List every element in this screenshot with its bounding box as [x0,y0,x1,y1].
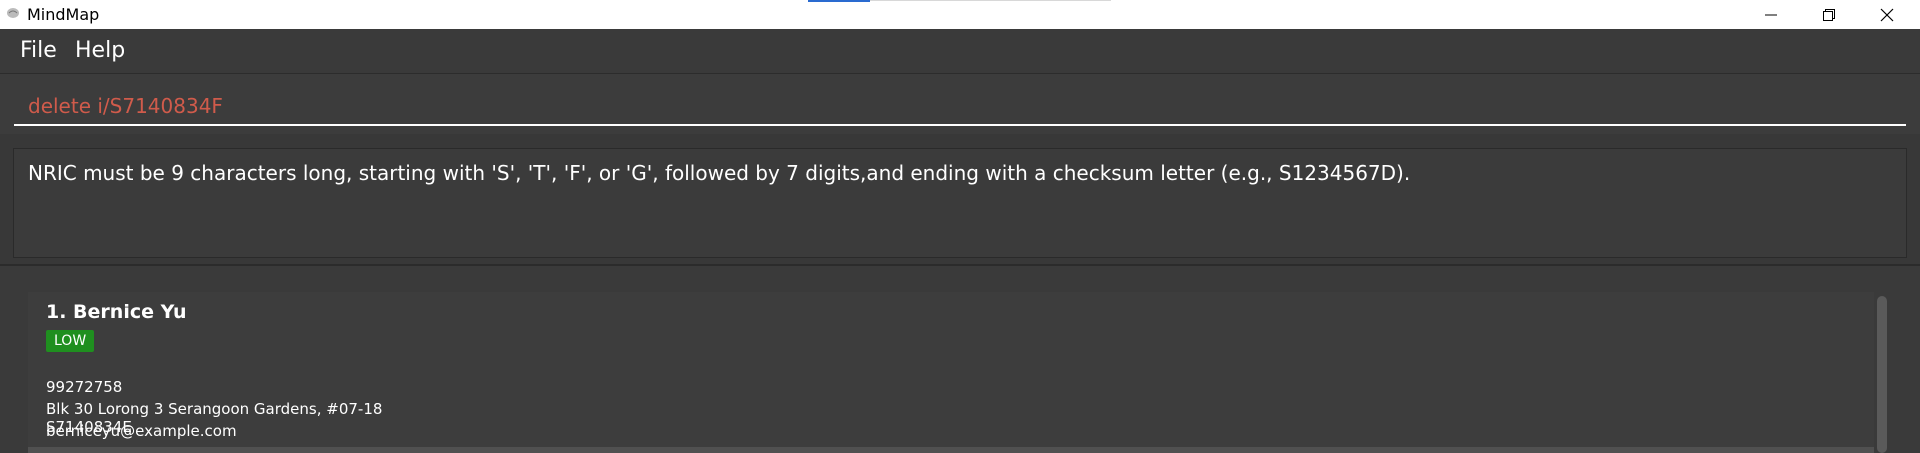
result-display-area: NRIC must be 9 characters long, starting… [0,134,1920,264]
menu-file[interactable]: File [20,38,57,63]
person-card[interactable]: 1. Bernice Yu LOW 99272758 Blk 30 Lorong… [28,292,1874,447]
list-item[interactable] [28,447,1874,453]
result-display: NRIC must be 9 characters long, starting… [13,148,1907,258]
menu-bar: File Help [0,29,1920,74]
minimize-icon [1765,14,1777,15]
person-phone: 99272758 [46,378,123,396]
command-box: delete i/S7140834F [0,74,1920,134]
window-title: MindMap [27,5,100,24]
close-icon [1880,8,1894,21]
title-accent [808,0,870,2]
app-icon [7,8,19,18]
list-scrollbar[interactable] [1877,296,1887,453]
restore-icon [1823,8,1835,21]
person-nric: S7140834E [46,418,132,436]
command-input[interactable]: delete i/S7140834F [14,92,1906,126]
close-button[interactable] [1858,0,1916,29]
title-bar: MindMap [0,0,1920,29]
menu-help[interactable]: Help [75,38,125,63]
minimize-button[interactable] [1742,0,1800,29]
result-message: NRIC must be 9 characters long, starting… [28,161,1411,185]
command-input-value: delete i/S7140834F [28,94,223,118]
priority-badge: LOW [46,330,95,352]
person-list: 1. Bernice Yu LOW 99272758 Blk 30 Lorong… [0,266,1920,453]
restore-button[interactable] [1800,0,1858,29]
person-name: 1. Bernice Yu [46,301,187,323]
person-address: Blk 30 Lorong 3 Serangoon Gardens, #07-1… [46,400,383,418]
